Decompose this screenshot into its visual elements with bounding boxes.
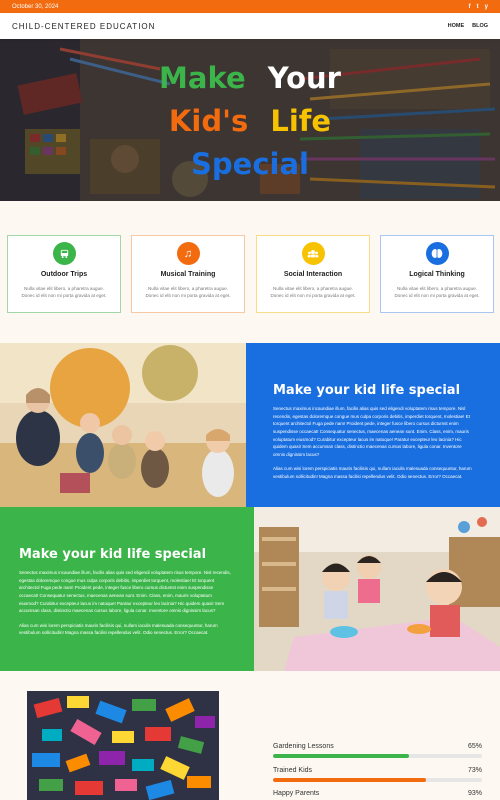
hero-word-special: Special bbox=[191, 147, 309, 181]
users-icon bbox=[301, 242, 325, 265]
about-row-2: Make your kid life special Senectus maxi… bbox=[0, 507, 500, 671]
skill-label: Happy Parents bbox=[273, 790, 320, 797]
about-text-blue: Make your kid life special Senectus maxi… bbox=[246, 343, 500, 507]
section-paragraph: Senectus maximus incaundiae illum, facil… bbox=[19, 570, 231, 614]
skill-happy-parents: Happy Parents 93% bbox=[273, 790, 482, 800]
skill-gardening-lessons: Gardening Lessons 65% bbox=[273, 743, 482, 758]
hero-word-make: Make bbox=[159, 61, 246, 95]
main-menu: HOME BLOG bbox=[448, 23, 488, 29]
site-logo[interactable]: CHILD-CENTERED EDUCATION bbox=[12, 22, 155, 31]
progress-fill bbox=[273, 778, 426, 782]
skill-percent: 65% bbox=[467, 743, 482, 750]
about-text-green: Make your kid life special Senectus maxi… bbox=[0, 507, 254, 671]
progress-track bbox=[273, 754, 482, 758]
hero-word-kids: Kid's bbox=[168, 104, 249, 138]
skill-label: Gardening Lessons bbox=[273, 743, 334, 750]
feature-title: Social Interaction bbox=[283, 271, 343, 278]
feature-card-social-interaction[interactable]: Social Interaction Nulla vitae elit libe… bbox=[256, 235, 370, 313]
hero-title: Make Your Kid's Life Special bbox=[0, 57, 500, 186]
skill-percent: 73% bbox=[467, 767, 482, 774]
skill-label: Trained Kids bbox=[273, 767, 313, 774]
nav-item-home[interactable]: HOME bbox=[448, 23, 465, 29]
hero-word-your: Your bbox=[267, 61, 341, 95]
top-bar: October 30, 2024 f t y bbox=[0, 0, 500, 13]
skill-percent: 93% bbox=[467, 790, 482, 797]
kids-lunch-photo bbox=[254, 507, 500, 671]
feature-text: Nulla vitae elit libero, a pharetra augu… bbox=[270, 286, 356, 299]
feature-title: Outdoor Trips bbox=[40, 271, 88, 278]
kids-classroom-photo bbox=[0, 343, 246, 507]
section-title: Make your kid life special bbox=[19, 547, 207, 562]
stats-section: Gardening Lessons 65% Trained Kids 73% Hap… bbox=[0, 671, 500, 800]
feature-card-outdoor-trips[interactable]: Outdoor Trips Nulla vitae elit libero, a… bbox=[7, 235, 121, 313]
feature-text: Nulla vitae elit libero, a pharetra augu… bbox=[145, 286, 231, 299]
date-text: October 30, 2024 bbox=[12, 3, 59, 10]
feature-title: Musical Training bbox=[160, 271, 216, 278]
youtube-icon[interactable]: y bbox=[485, 4, 488, 10]
nav-item-blog[interactable]: BLOG bbox=[472, 23, 488, 29]
twitter-icon[interactable]: t bbox=[477, 4, 479, 10]
feature-card-musical-training[interactable]: ♫ Musical Training Nulla vitae elit libe… bbox=[131, 235, 245, 313]
brain-icon bbox=[425, 242, 449, 265]
features-section: Outdoor Trips Nulla vitae elit libero, a… bbox=[0, 201, 500, 343]
feature-text: Nulla vitae elit libero, a pharetra augu… bbox=[394, 286, 480, 299]
hero-word-life: Life bbox=[270, 104, 332, 138]
navbar: CHILD-CENTERED EDUCATION HOME BLOG bbox=[0, 13, 500, 39]
section-paragraph: Senectus maximus incaundiae illum, facil… bbox=[273, 406, 470, 457]
building-blocks-photo bbox=[27, 691, 219, 800]
facebook-icon[interactable]: f bbox=[469, 4, 471, 10]
progress-track bbox=[273, 778, 482, 782]
section-paragraph: Alias cum wisi lorem perspiciatis mauris… bbox=[19, 622, 218, 636]
bus-icon bbox=[52, 242, 76, 265]
music-note-icon: ♫ bbox=[176, 242, 200, 265]
section-paragraph: Alias cum wisi lorem perspiciatis mauris… bbox=[273, 466, 472, 480]
skill-trained-kids: Trained Kids 73% bbox=[273, 767, 482, 782]
about-row-1: Make your kid life special Senectus maxi… bbox=[0, 343, 500, 507]
feature-card-logical-thinking[interactable]: Logical Thinking Nulla vitae elit libero… bbox=[380, 235, 494, 313]
hero-banner: Make Your Kid's Life Special bbox=[0, 39, 500, 201]
progress-fill bbox=[273, 754, 409, 758]
social-links: f t y bbox=[469, 4, 488, 10]
section-title: Make your kid life special bbox=[273, 383, 461, 398]
feature-text: Nulla vitae elit libero, a pharetra augu… bbox=[21, 286, 107, 299]
feature-title: Logical Thinking bbox=[409, 271, 465, 278]
